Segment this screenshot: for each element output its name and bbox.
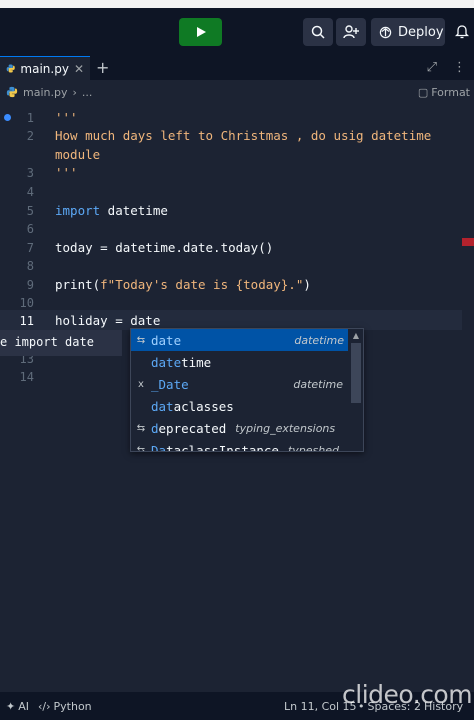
suggestion-detail: datetime xyxy=(293,377,343,391)
line-number: 1 xyxy=(26,111,34,125)
line-number: 3 xyxy=(26,166,34,180)
code-line-5: import datetime xyxy=(55,203,168,218)
python-icon xyxy=(6,64,15,73)
line-number: 5 xyxy=(26,204,34,218)
suggestion-rest: aclasses xyxy=(173,398,234,414)
tab-bar: main.py ✕ + ⤢ ⋮ xyxy=(0,56,474,80)
suggestion-rest: eprecated xyxy=(158,420,227,436)
module-name: datetime xyxy=(100,203,168,218)
code-line-11: holiday = date xyxy=(55,313,161,328)
suggestion-rest: taclassInstance xyxy=(166,442,279,452)
fstring: f"Today's date is {today}." xyxy=(100,277,304,292)
line-number: 6 xyxy=(26,222,34,236)
deploy-button[interactable]: Deploy xyxy=(371,18,445,46)
notifications-button[interactable] xyxy=(454,24,470,43)
line-number: 2 xyxy=(26,129,34,143)
watermark: clideo.com xyxy=(342,680,473,709)
suggestion-match: Da xyxy=(151,442,167,452)
code-line-7: today = datetime.date.today() xyxy=(55,240,274,255)
expand-icon[interactable]: ⤢ xyxy=(427,60,437,75)
code-line-2-wrap: module xyxy=(55,147,101,162)
breadcrumb-file[interactable]: main.py xyxy=(23,86,67,99)
play-icon xyxy=(196,27,206,37)
tab-label: main.py xyxy=(20,61,69,76)
suggestion-match: date xyxy=(151,332,182,348)
code-brackets-icon: ‹/› xyxy=(38,700,51,713)
more-options-icon[interactable]: ⋮ xyxy=(453,60,466,75)
symbol-class-icon: ⇆ xyxy=(136,422,146,434)
line-number: 7 xyxy=(26,241,34,255)
suggestion-item[interactable]: ⇆ date datetime xyxy=(131,329,348,351)
suggestion-rest: time xyxy=(181,354,212,370)
close-icon[interactable]: ✕ xyxy=(74,62,84,76)
suggestion-item[interactable]: dataclasses xyxy=(131,395,363,417)
import-keyword: import xyxy=(55,203,101,218)
language-label: Python xyxy=(53,700,92,713)
python-icon xyxy=(6,86,18,98)
line-number: 14 xyxy=(19,370,34,384)
code-action-hint[interactable]: e import date xyxy=(0,330,122,356)
suggestion-match: date xyxy=(151,354,182,370)
format-icon: ▢ xyxy=(417,85,429,99)
suggestion-scrollbar[interactable] xyxy=(351,343,361,403)
line-number: 10 xyxy=(19,296,34,310)
invite-button[interactable] xyxy=(336,18,366,46)
search-button[interactable] xyxy=(303,18,333,46)
variable-icon: x xyxy=(138,378,144,390)
suggestion-item[interactable]: x _Date datetime xyxy=(131,373,363,395)
suggestion-detail: datetime xyxy=(294,333,344,347)
line-number: 8 xyxy=(26,259,34,273)
code-line-3: ''' xyxy=(55,165,78,180)
deploy-icon xyxy=(379,26,392,38)
code-line-1: ''' xyxy=(55,110,78,125)
suggestion-match: d xyxy=(151,420,159,436)
line-number: 9 xyxy=(26,278,34,292)
breadcrumb: main.py › ... ▢ Format xyxy=(0,80,474,104)
suggestion-item[interactable]: ⇆ DataclassInstance typeshed xyxy=(131,439,363,452)
add-tab-icon[interactable]: + xyxy=(96,58,109,77)
paren-close: ) xyxy=(303,277,311,292)
print-call: print( xyxy=(55,277,101,292)
code-editor[interactable]: 1 2 3 4 5 6 7 8 9 10 11 13 14 ''' How mu… xyxy=(0,104,474,692)
sparkle-icon: ✦ xyxy=(6,700,16,713)
scrollbar-marker xyxy=(462,238,474,246)
language-selector[interactable]: ‹/› Python xyxy=(38,700,92,713)
format-label: Format xyxy=(431,85,470,99)
suggestion-detail: typeshed xyxy=(287,443,339,452)
suggestion-item[interactable]: datetime xyxy=(131,351,363,373)
suggestion-match: _Date xyxy=(151,376,189,392)
run-button[interactable] xyxy=(179,18,222,46)
format-button[interactable]: ▢ Format xyxy=(418,80,470,104)
code-line-9: print(f"Today's date is {today}.") xyxy=(55,277,311,292)
chevron-right-icon: › xyxy=(72,85,77,99)
top-bar: Deploy xyxy=(0,0,474,56)
chevron-up-icon[interactable]: ▲ xyxy=(353,331,359,340)
suggestion-item[interactable]: ⇆ deprecated typing_extensions xyxy=(131,417,363,439)
deploy-label: Deploy xyxy=(398,24,444,40)
suggestion-match: dat xyxy=(151,398,174,414)
ai-label: AI xyxy=(18,700,29,713)
code-line-2: How much days left to Christmas , do usi… xyxy=(55,128,432,143)
add-user-icon xyxy=(343,25,359,39)
tab-main-py[interactable]: main.py ✕ xyxy=(0,56,90,80)
symbol-class-icon: ⇆ xyxy=(136,334,146,346)
line-number: 4 xyxy=(26,185,34,199)
breadcrumb-ellipsis[interactable]: ... xyxy=(82,86,93,99)
search-icon xyxy=(311,25,325,39)
suggestion-detail: typing_extensions xyxy=(235,421,336,435)
ai-button[interactable]: ✦ AI xyxy=(6,700,29,713)
bell-icon xyxy=(454,25,470,39)
autocomplete-popup[interactable]: ⇆ date datetime datetime x _Date datetim… xyxy=(130,328,364,452)
symbol-class-icon: ⇆ xyxy=(136,444,146,452)
line-number-active: 11 xyxy=(19,314,34,328)
